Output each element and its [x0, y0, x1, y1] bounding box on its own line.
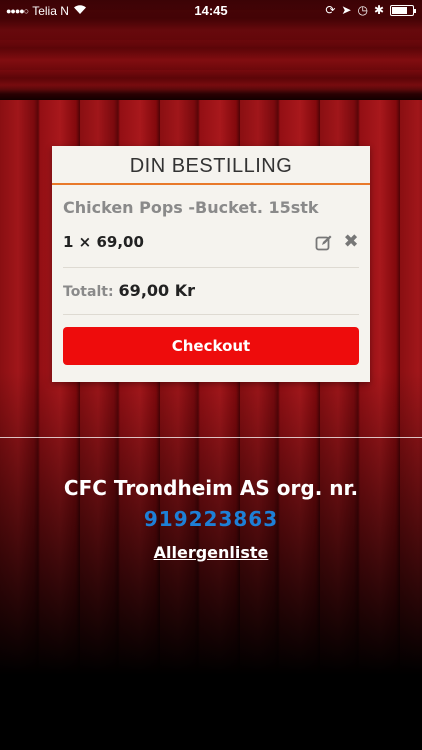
- allergen-list-link[interactable]: Allergenliste: [154, 543, 269, 562]
- alarm-icon: ◷: [357, 3, 368, 17]
- bottom-bar: [0, 675, 422, 750]
- order-item-name: Chicken Pops -Bucket. 15stk: [63, 198, 319, 217]
- company-name: CFC Trondheim AS org. nr.: [63, 476, 359, 500]
- edit-icon[interactable]: [315, 234, 333, 252]
- total-label: Totalt:: [63, 284, 114, 300]
- total-value: 69,00 Kr: [118, 281, 196, 300]
- bluetooth-icon: ✱: [373, 3, 384, 17]
- divider: [63, 314, 359, 315]
- org-number[interactable]: 919223863: [0, 507, 422, 531]
- checkout-button[interactable]: Checkout: [63, 327, 359, 365]
- divider: [63, 267, 359, 268]
- remove-item-icon[interactable]: ✖: [343, 233, 359, 251]
- order-item-quantity-price: 1 × 69,00: [63, 233, 144, 251]
- order-card: DIN BESTILLING Chicken Pops -Bucket. 15s…: [52, 146, 370, 382]
- total-row: Totalt: 69,00 Kr: [63, 281, 195, 300]
- separator-line: [0, 437, 422, 438]
- battery-icon: [390, 4, 416, 16]
- status-bar: ●●●●○ Telia N 14:45 ⟳ ➤ ◷ ✱: [0, 0, 422, 22]
- lock-rotation-icon: ⟳: [325, 3, 336, 17]
- location-icon: ➤: [341, 3, 352, 17]
- order-item-row: 1 × 69,00 ✖: [63, 232, 359, 254]
- order-title: DIN BESTILLING: [52, 146, 370, 185]
